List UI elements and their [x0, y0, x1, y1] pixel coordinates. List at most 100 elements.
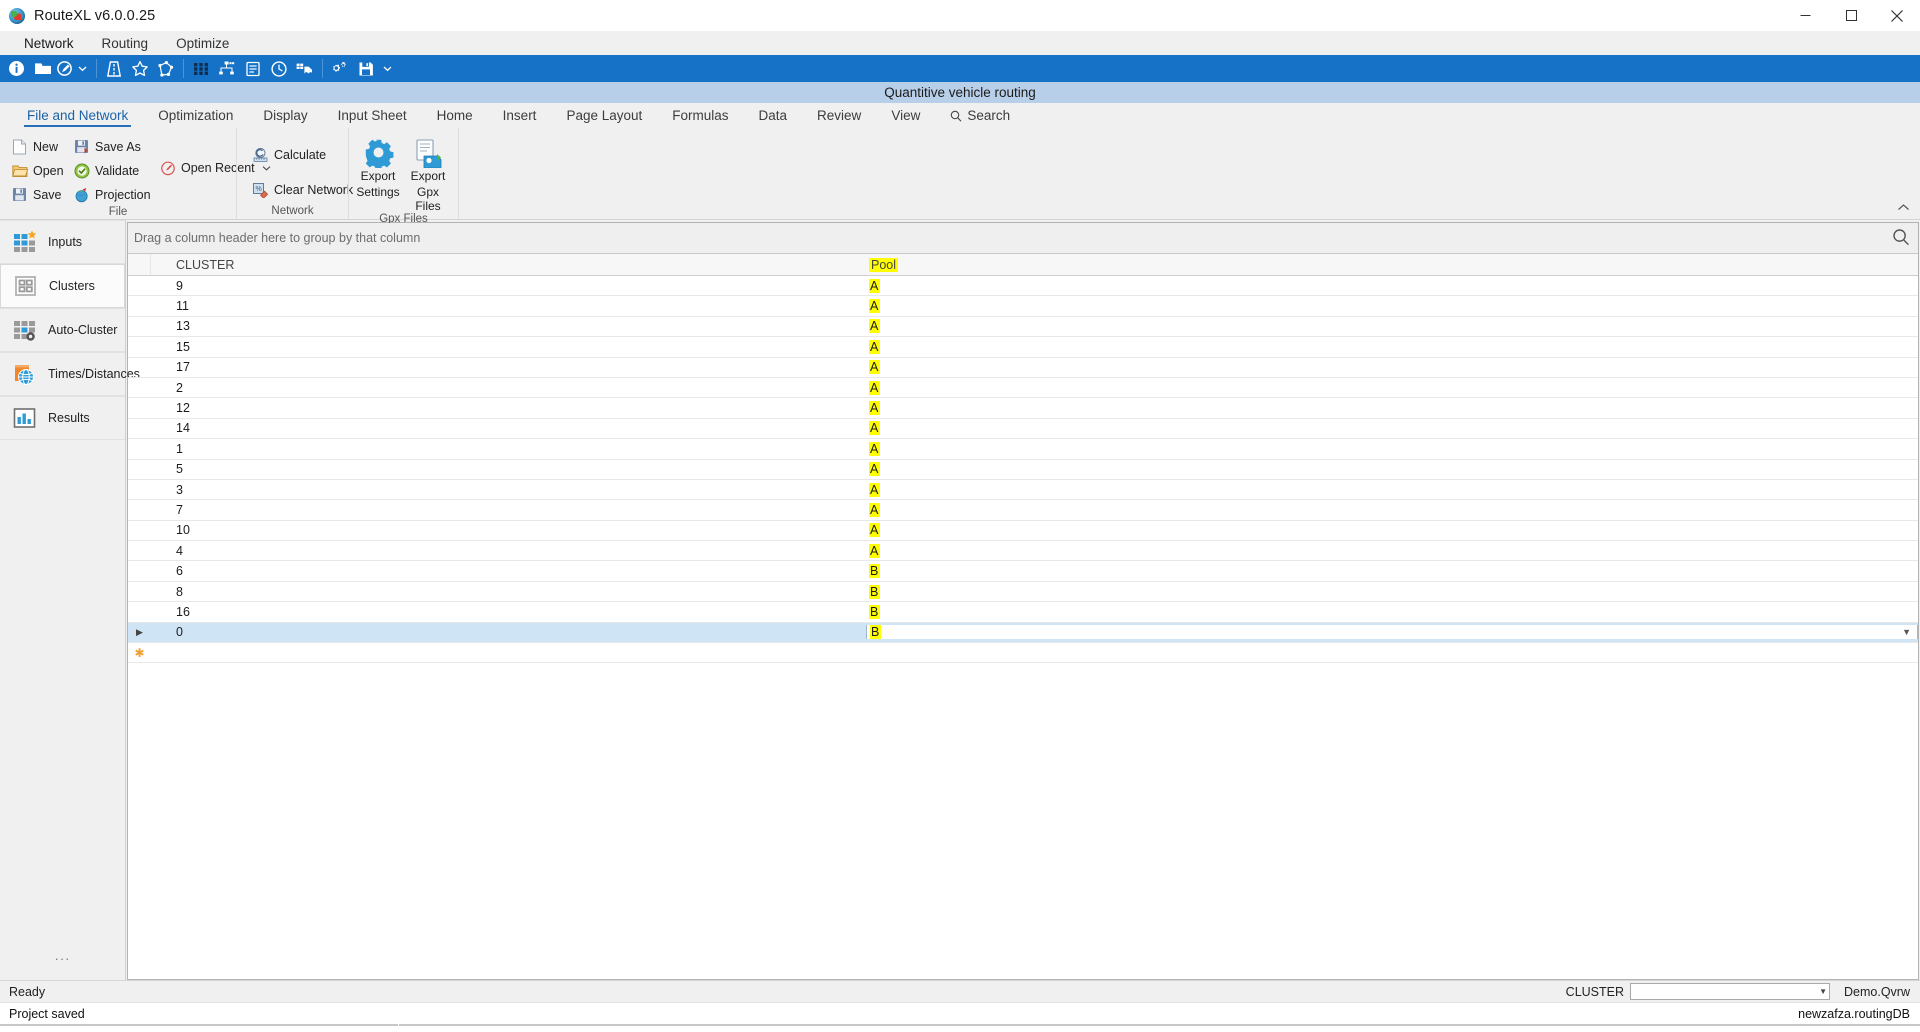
new-button[interactable]: New	[6, 136, 68, 157]
svg-text:%: %	[256, 186, 262, 193]
tab-home[interactable]: Home	[422, 103, 488, 128]
tab-display[interactable]: Display	[248, 103, 322, 128]
tab-search[interactable]: Search	[935, 103, 1025, 128]
table-row[interactable]: 5A	[128, 460, 1918, 480]
tab-insert[interactable]: Insert	[488, 103, 552, 128]
toolbar-separator	[96, 59, 97, 78]
sidebar-item-inputs[interactable]: Inputs	[0, 220, 125, 264]
group-by-drop-area[interactable]: Drag a column header here to group by th…	[128, 223, 1918, 254]
close-button[interactable]	[1874, 0, 1920, 31]
clear-network-button[interactable]: % Clear Network	[247, 179, 358, 200]
truck-icon[interactable]	[292, 57, 317, 81]
table-row[interactable]: 11 A	[128, 296, 1918, 317]
table-row[interactable]: 6B	[128, 561, 1918, 582]
cell-pool: A	[869, 441, 881, 456]
chevron-down-icon[interactable]: ▼	[1902, 627, 1911, 637]
sidebar-item-label: Results	[48, 411, 90, 425]
chevron-down-icon[interactable]: ▼	[1819, 987, 1827, 996]
tab-label: File and Network	[27, 108, 129, 123]
ribbon-group-network: Calculate % Clear Network Network	[236, 128, 353, 219]
sidebar-nav-list: Inputs Clusters Auto-Cluster Times/Dista…	[0, 220, 140, 440]
tab-data[interactable]: Data	[744, 103, 803, 128]
table-row[interactable]: 3A	[128, 480, 1918, 501]
cell-pool: A	[869, 462, 881, 477]
menu-item-network[interactable]: Network	[10, 31, 88, 55]
open-button[interactable]: Open	[6, 160, 68, 181]
table-row[interactable]: 10 A	[128, 521, 1918, 542]
status-bar-primary: Ready CLUSTER ▼ Demo.Qvrw	[0, 980, 1920, 1002]
sidebar-item-clusters[interactable]: Clusters	[0, 264, 125, 308]
table-row[interactable]: 1A	[128, 439, 1918, 460]
tab-input-sheet[interactable]: Input Sheet	[323, 103, 422, 128]
table-row-new[interactable]: ✱	[128, 643, 1918, 664]
cluster-filter-dropdown[interactable]: ▼	[1630, 983, 1831, 1000]
sidebar-overflow-button[interactable]: ···	[0, 951, 125, 966]
status-bar-secondary: Project saved newzafza.routingDB	[0, 1002, 1920, 1024]
star-outline-icon[interactable]	[127, 57, 152, 81]
search-icon[interactable]	[1892, 228, 1910, 249]
tab-page-layout[interactable]: Page Layout	[551, 103, 657, 128]
table-row[interactable]: 17 A	[128, 358, 1918, 378]
table-row[interactable]: 15 A	[128, 337, 1918, 358]
menu-item-optimize[interactable]: Optimize	[162, 31, 243, 55]
table-row-selected[interactable]: ▶ 0 B ▼	[128, 622, 1918, 644]
tab-label: Search	[967, 108, 1011, 123]
tab-formulas[interactable]: Formulas	[657, 103, 743, 128]
export-gpx-files-button[interactable]: Export Gpx Files	[404, 134, 452, 213]
table-row[interactable]: 7A	[128, 500, 1918, 521]
save-disk-icon[interactable]	[353, 57, 378, 81]
sidebar-item-results[interactable]: Results	[0, 396, 125, 440]
cell-cluster: 11	[176, 299, 189, 314]
table-row[interactable]: 13 A	[128, 317, 1918, 338]
network-nodes-icon[interactable]	[214, 57, 239, 81]
document-list-icon[interactable]	[240, 57, 265, 81]
road-icon[interactable]	[101, 57, 126, 81]
table-row[interactable]: 9A	[128, 276, 1918, 297]
menu-item-routing[interactable]: Routing	[88, 31, 163, 55]
quick-access-toolbar	[0, 55, 1920, 82]
column-header-pool[interactable]: Pool	[866, 257, 1918, 272]
cell-cluster: 14	[176, 421, 190, 436]
grid-dots-icon[interactable]	[188, 57, 213, 81]
chevron-down-icon[interactable]	[74, 57, 91, 81]
minimize-button[interactable]	[1782, 0, 1828, 31]
cell-cluster: 7	[176, 502, 183, 517]
new-row-icon: ✱	[134, 645, 145, 660]
cell-pool-editor[interactable]: B ▼	[866, 625, 1918, 640]
validate-button[interactable]: Validate	[68, 160, 154, 181]
tab-view[interactable]: View	[876, 103, 935, 128]
project-status-text: Project saved	[9, 1006, 85, 1021]
open-recent-icon	[159, 159, 176, 176]
sidebar-item-auto-cluster[interactable]: Auto-Cluster	[0, 308, 125, 352]
save-button[interactable]: Save	[6, 184, 68, 205]
table-row[interactable]: 12 A	[128, 398, 1918, 419]
chevron-down-icon[interactable]	[379, 57, 396, 81]
column-header-cluster[interactable]: CLUSTER	[151, 258, 866, 272]
maximize-button[interactable]	[1828, 0, 1874, 31]
row-expand-icon[interactable]: ▶	[128, 627, 151, 638]
sidebar-item-times-distances[interactable]: Times/Distances	[0, 352, 140, 396]
export-settings-button[interactable]: Export Settings	[354, 134, 402, 200]
table-row[interactable]: 8B	[128, 582, 1918, 603]
compass-icon[interactable]	[56, 57, 73, 81]
gears-icon[interactable]	[327, 57, 352, 81]
table-row[interactable]: 16 B	[128, 602, 1918, 623]
sidebar-item-label: Times/Distances	[48, 367, 140, 381]
tab-review[interactable]: Review	[802, 103, 876, 128]
open-folder-icon[interactable]	[30, 57, 55, 81]
projection-button[interactable]: Projection	[68, 184, 154, 205]
tab-file-and-network[interactable]: File and Network	[12, 103, 143, 128]
clock-icon[interactable]	[266, 57, 291, 81]
table-row[interactable]: 4A	[128, 541, 1918, 562]
table-row[interactable]: 14 A	[128, 419, 1918, 440]
tab-optimization[interactable]: Optimization	[143, 103, 248, 128]
table-row[interactable]: 2A	[128, 378, 1918, 399]
info-icon[interactable]	[4, 57, 29, 81]
bottom-strip	[0, 1024, 1920, 1032]
ribbon-collapse-button[interactable]	[1897, 201, 1910, 215]
clear-network-icon: %	[252, 181, 269, 198]
calculate-button[interactable]: Calculate	[247, 144, 358, 165]
save-as-button[interactable]: Save As	[68, 136, 154, 157]
polygon-nodes-icon[interactable]	[153, 57, 178, 81]
menu-bar: Network Routing Optimize	[0, 31, 1920, 55]
